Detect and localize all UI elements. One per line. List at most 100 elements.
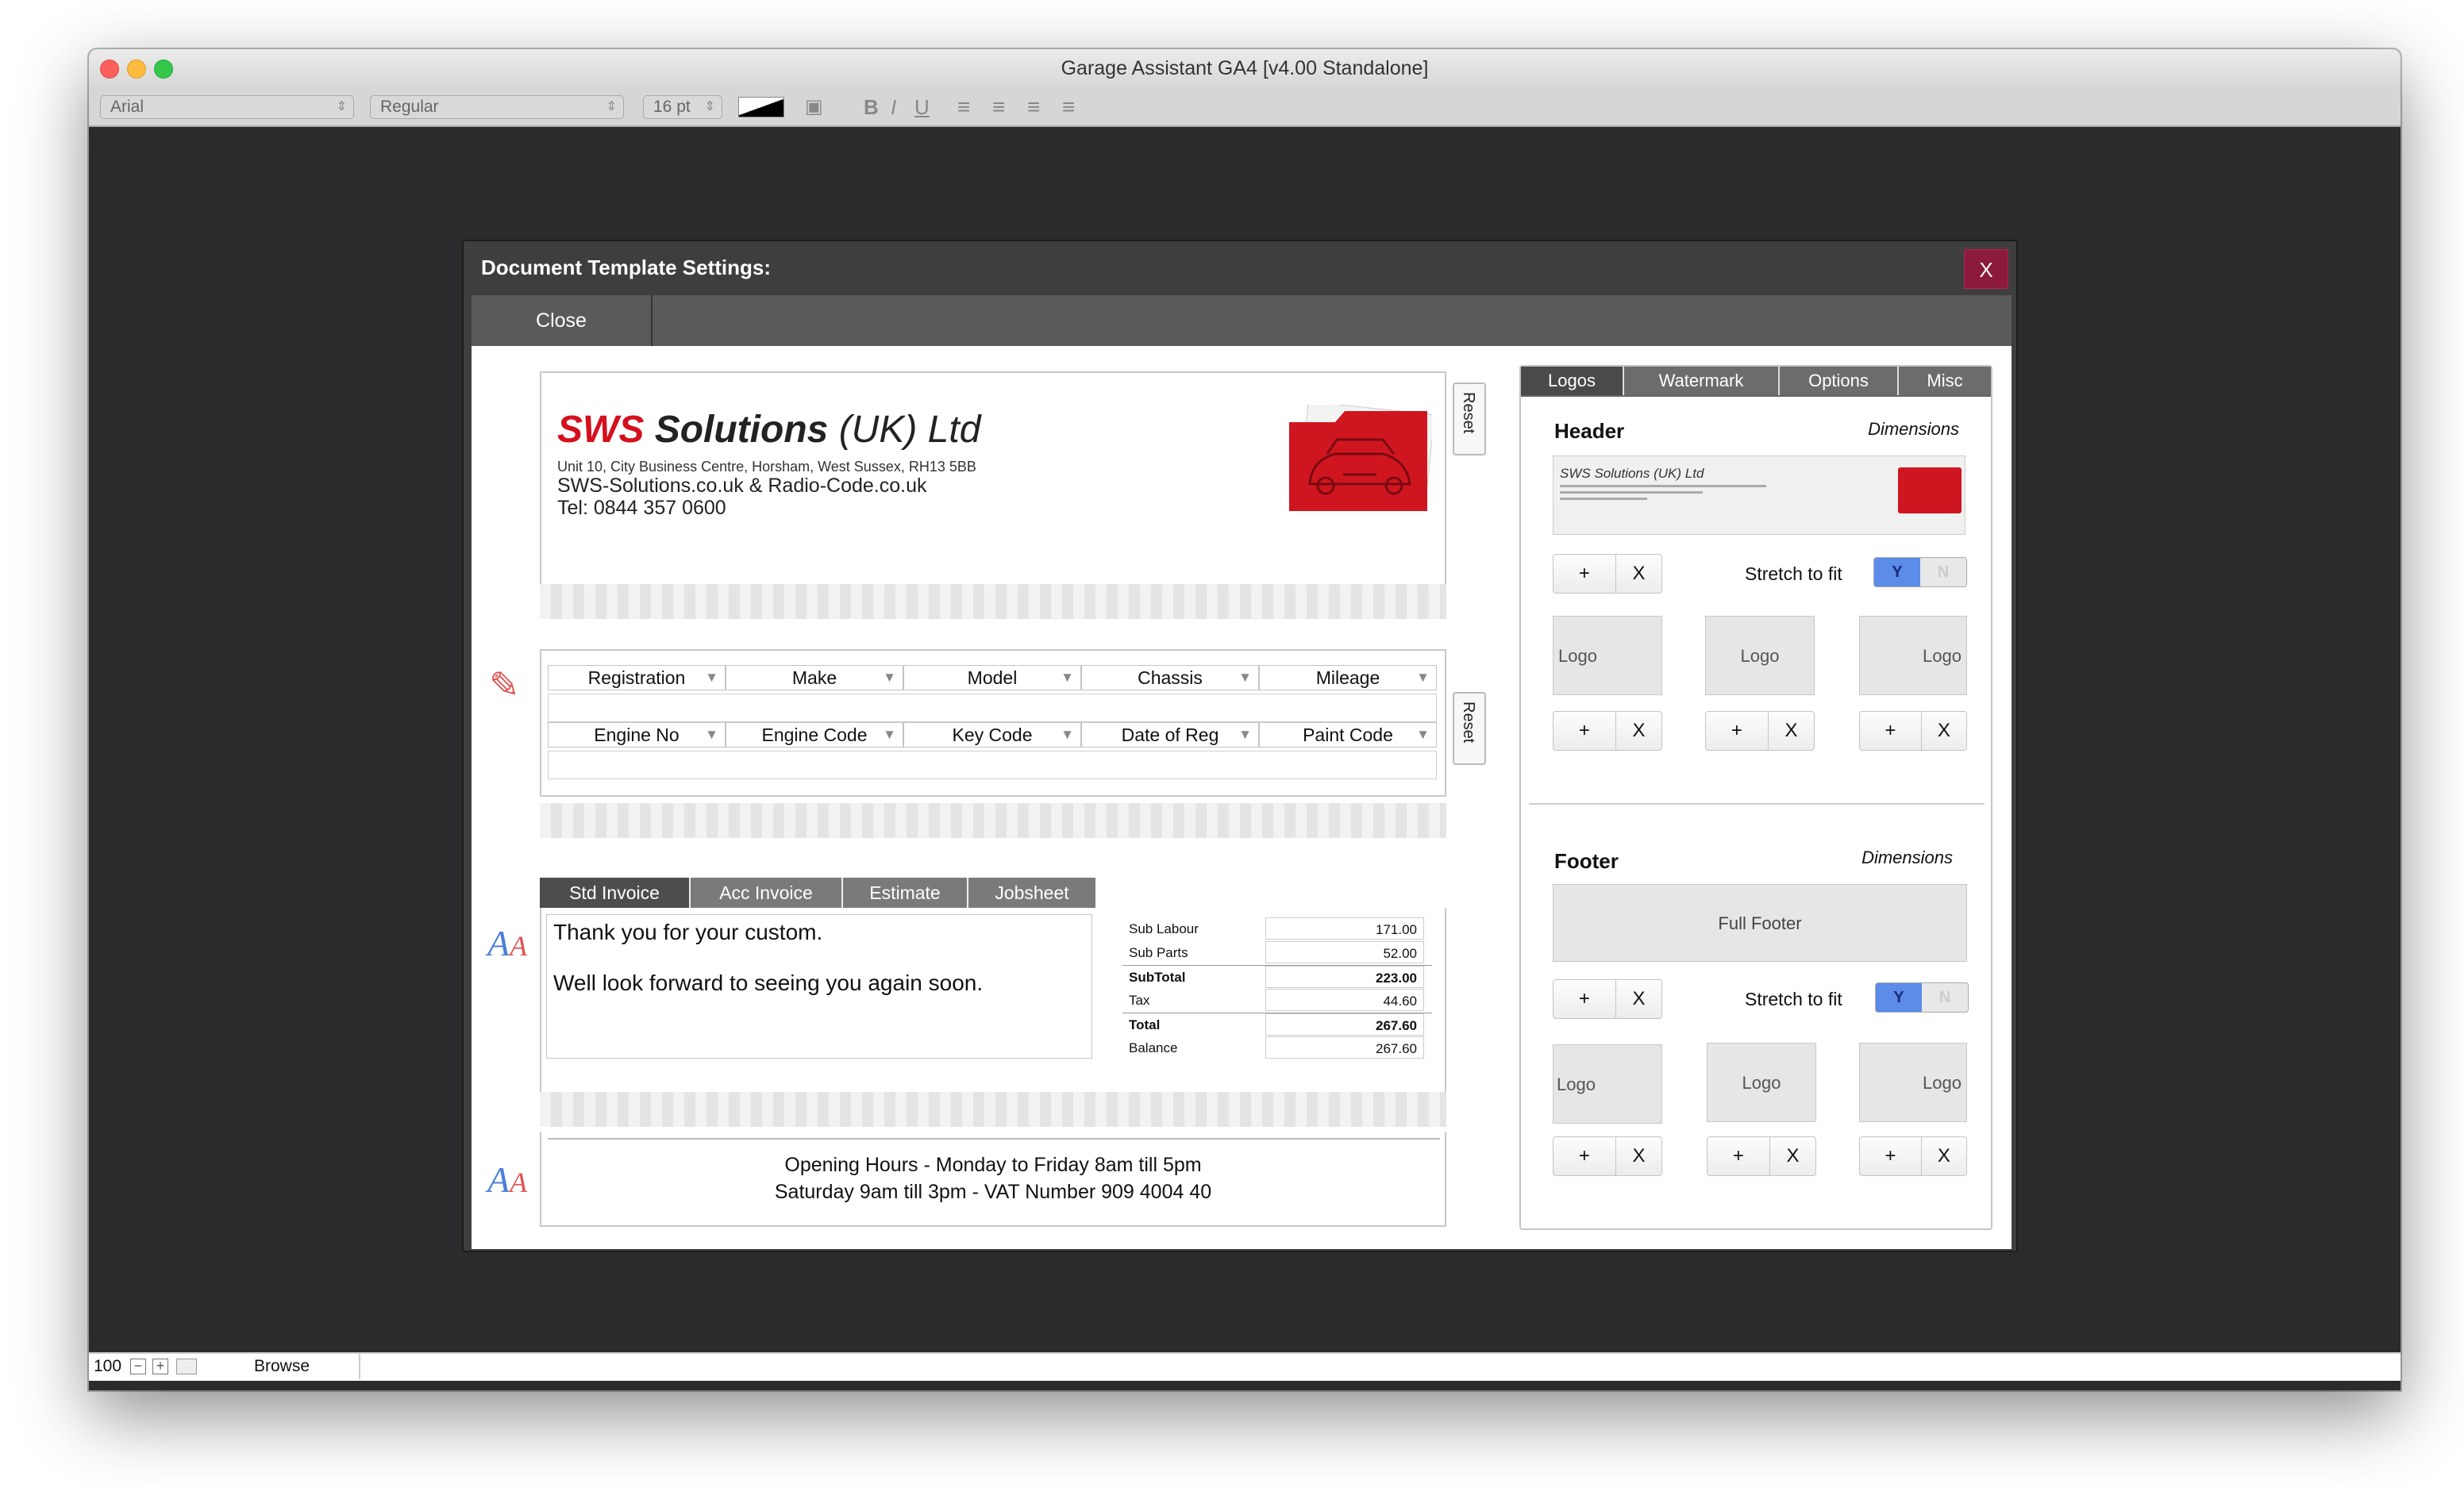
remove-button[interactable]: X	[1770, 1137, 1815, 1175]
vehicle-make-field[interactable]: Make ▼	[726, 665, 903, 690]
toggle-yes[interactable]: Y	[1876, 983, 1922, 1012]
dropdown-arrow-icon[interactable]: ▼	[1416, 723, 1430, 747]
add-button[interactable]: +	[1707, 1137, 1770, 1175]
add-button[interactable]: +	[1553, 980, 1616, 1018]
select-arrows-icon: ⇕	[606, 100, 617, 113]
header-preview[interactable]: SWS Solutions (UK) Ltd Unit 10, City Bus…	[540, 371, 1446, 602]
toggle-toolbar-icon[interactable]	[176, 1359, 197, 1374]
zoom-out-icon[interactable]: −	[130, 1359, 146, 1374]
vehicle-model-field[interactable]: Model ▼	[903, 665, 1081, 690]
invoice-message-box[interactable]: Thank you for your custom. Well look for…	[546, 914, 1092, 1059]
add-button[interactable]: +	[1553, 712, 1616, 750]
toggle-yes[interactable]: Y	[1874, 558, 1920, 586]
vehicle-engine-no-field[interactable]: Engine No ▼	[548, 722, 726, 748]
tab-logos[interactable]: Logos	[1521, 367, 1624, 395]
font-family-select[interactable]: Arial ⇕	[100, 95, 354, 119]
field-label: Mileage	[1315, 667, 1380, 688]
toggle-no[interactable]: N	[1920, 558, 1966, 586]
remove-button[interactable]: X	[1616, 712, 1661, 750]
toggle-no[interactable]: N	[1922, 983, 1968, 1012]
totals-row: Sub Labour 171.00	[1122, 917, 1432, 941]
header-logo-center[interactable]: Logo	[1705, 616, 1815, 695]
remove-button[interactable]: X	[1616, 1137, 1661, 1175]
underline-button[interactable]: U	[914, 95, 930, 119]
dropdown-arrow-icon[interactable]: ▼	[705, 723, 718, 747]
bold-button[interactable]: B	[864, 95, 879, 119]
totals-row: Total 267.60	[1122, 1013, 1432, 1036]
text-style-icon[interactable]: AA	[487, 922, 527, 964]
footer-left-logo-add-remove: + X	[1553, 1136, 1662, 1176]
dropdown-arrow-icon[interactable]: ▼	[1238, 666, 1252, 690]
vehicle-engine-code-field[interactable]: Engine Code ▼	[726, 722, 903, 748]
add-button[interactable]: +	[1706, 712, 1769, 750]
footer-stretch-toggle[interactable]: YN	[1875, 982, 1969, 1013]
footer-logo-right[interactable]: Logo	[1859, 1043, 1967, 1122]
dropdown-arrow-icon[interactable]: ▼	[883, 723, 896, 747]
footer-logo-left[interactable]: Logo	[1553, 1044, 1662, 1124]
header-logo-left[interactable]: Logo	[1553, 616, 1662, 695]
mode-label[interactable]: Browse	[254, 1354, 310, 1379]
tab-misc[interactable]: Misc	[1899, 367, 1991, 395]
add-button[interactable]: +	[1860, 1137, 1922, 1175]
minimize-window-icon[interactable]	[127, 60, 146, 79]
header-dimensions-label: Dimensions	[1868, 419, 1959, 439]
vehicle-reset-button[interactable]: Reset	[1453, 692, 1486, 765]
header-logo-add-remove: + X	[1553, 554, 1662, 594]
remove-button[interactable]: X	[1616, 980, 1661, 1018]
add-button[interactable]: +	[1553, 1137, 1616, 1175]
vehicle-chassis-field[interactable]: Chassis ▼	[1081, 665, 1259, 690]
dropdown-arrow-icon[interactable]: ▼	[705, 666, 718, 690]
dropdown-arrow-icon[interactable]: ▼	[1238, 723, 1252, 747]
text-color-swatch[interactable]	[738, 97, 784, 117]
footer-center-logo-add-remove: + X	[1707, 1136, 1816, 1176]
remove-button[interactable]: X	[1616, 555, 1661, 593]
dropdown-arrow-icon[interactable]: ▼	[1061, 666, 1074, 690]
pencil-icon[interactable]: ✎	[489, 663, 520, 706]
text-fill-icon[interactable]: ▣	[805, 95, 823, 119]
tab-acc-invoice[interactable]: Acc Invoice	[691, 878, 843, 908]
dialog-close-x-button[interactable]: X	[1964, 249, 2008, 289]
add-button[interactable]: +	[1860, 712, 1922, 750]
tab-watermark[interactable]: Watermark	[1624, 367, 1780, 395]
full-footer-box[interactable]: Full Footer	[1553, 884, 1967, 962]
align-left-icon[interactable]: ≡	[957, 95, 970, 119]
vehicle-mileage-field[interactable]: Mileage ▼	[1259, 665, 1437, 690]
footer-preview[interactable]: Opening Hours - Monday to Friday 8am til…	[540, 1132, 1446, 1227]
align-center-icon[interactable]: ≡	[992, 95, 1005, 119]
font-style-select[interactable]: Regular ⇕	[370, 95, 624, 119]
header-logo-right[interactable]: Logo	[1859, 616, 1967, 695]
header-reset-button[interactable]: Reset	[1453, 382, 1486, 456]
vehicle-date-of-reg-field[interactable]: Date of Reg ▼	[1081, 722, 1259, 748]
footer-logo-center[interactable]: Logo	[1707, 1043, 1816, 1122]
zoom-level[interactable]: 100	[94, 1354, 121, 1379]
vehicle-values-row-2[interactable]	[548, 751, 1437, 779]
italic-button[interactable]: I	[891, 95, 896, 119]
align-justify-icon[interactable]: ≡	[1062, 95, 1075, 119]
tab-options[interactable]: Options	[1780, 367, 1899, 395]
tab-estimate[interactable]: Estimate	[843, 878, 968, 908]
header-stretch-toggle[interactable]: YN	[1873, 557, 1967, 587]
totals-row: Tax 44.60	[1122, 989, 1432, 1013]
close-button[interactable]: Close	[472, 295, 653, 346]
dropdown-arrow-icon[interactable]: ▼	[1416, 666, 1430, 690]
tab-std-invoice[interactable]: Std Invoice	[540, 878, 691, 908]
tab-jobsheet[interactable]: Jobsheet	[968, 878, 1095, 908]
zoom-in-icon[interactable]: +	[152, 1359, 168, 1374]
font-size-select[interactable]: 16 pt ⇕	[643, 95, 722, 119]
text-style-icon[interactable]: AA	[487, 1159, 527, 1201]
zoom-window-icon[interactable]	[154, 60, 173, 79]
add-button[interactable]: +	[1553, 555, 1616, 593]
remove-button[interactable]: X	[1922, 1137, 1966, 1175]
vehicle-values-row-1[interactable]	[548, 694, 1437, 722]
header-logo-thumbnail[interactable]: SWS Solutions (UK) Ltd	[1553, 456, 1965, 535]
vehicle-registration-field[interactable]: Registration ▼	[548, 665, 726, 690]
close-window-icon[interactable]	[100, 60, 119, 79]
font-style-value: Regular	[380, 98, 439, 116]
vehicle-key-code-field[interactable]: Key Code ▼	[903, 722, 1081, 748]
vehicle-paint-code-field[interactable]: Paint Code ▼	[1259, 722, 1437, 748]
dropdown-arrow-icon[interactable]: ▼	[1061, 723, 1074, 747]
remove-button[interactable]: X	[1769, 712, 1814, 750]
align-right-icon[interactable]: ≡	[1027, 95, 1040, 119]
remove-button[interactable]: X	[1922, 712, 1966, 750]
dropdown-arrow-icon[interactable]: ▼	[883, 666, 896, 690]
